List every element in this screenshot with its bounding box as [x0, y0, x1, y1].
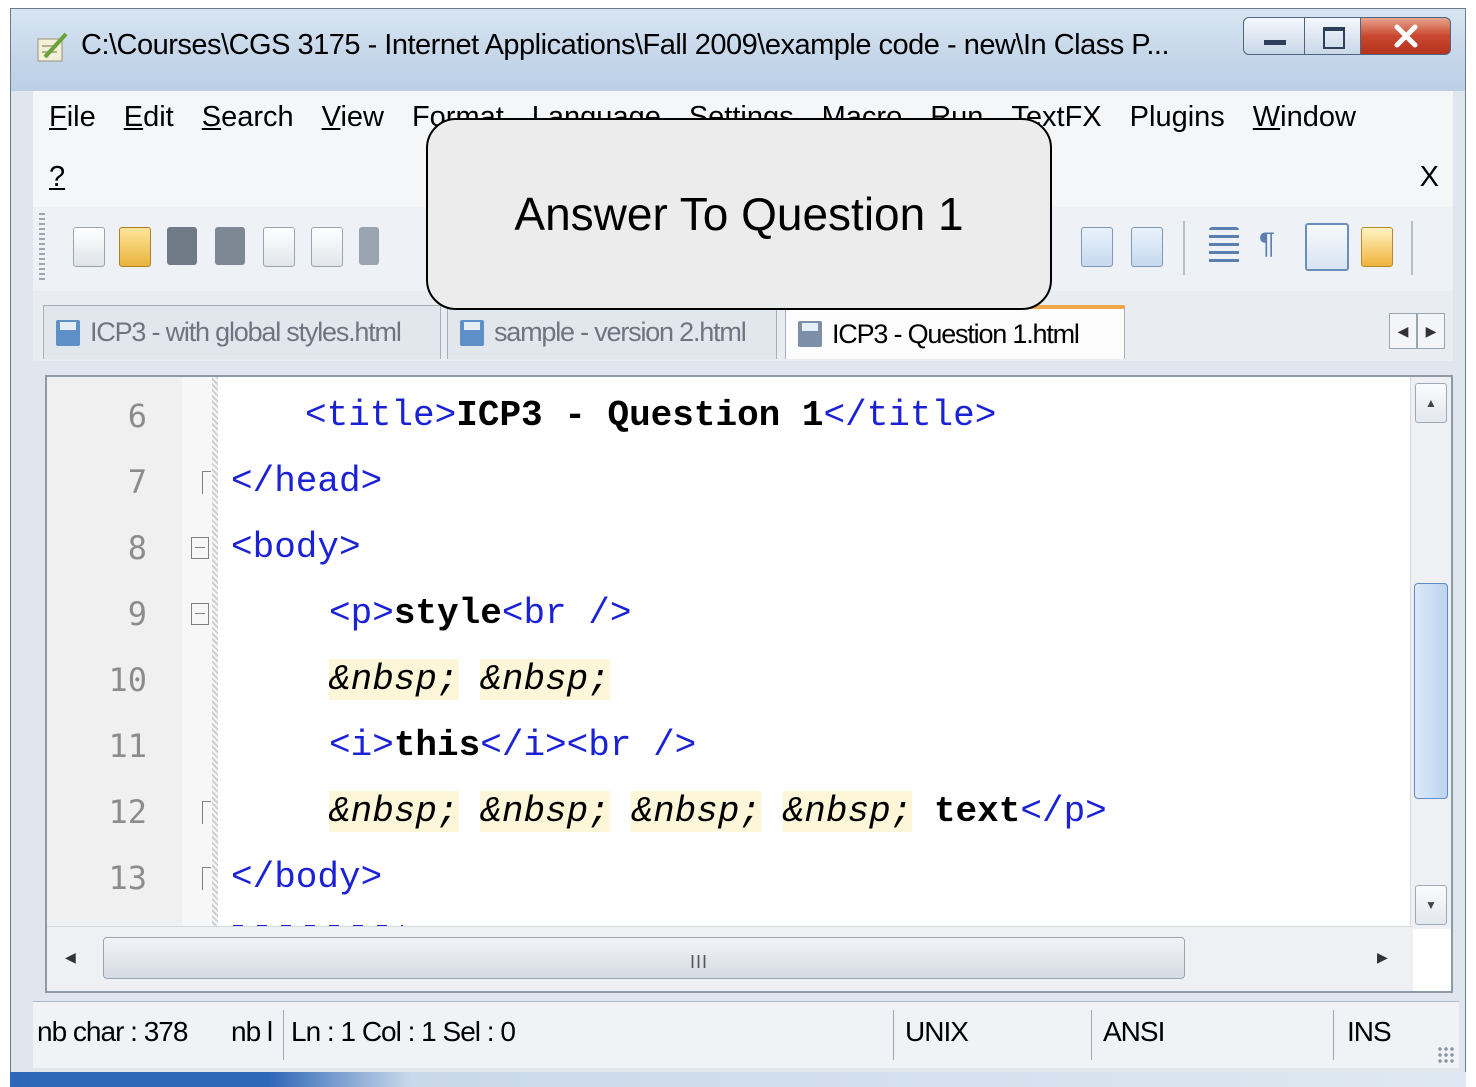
- code-line[interactable]: 6 <title>ICP3 - Question 1</title>: [47, 387, 1407, 453]
- maximize-icon: [1323, 27, 1345, 49]
- status-insert-mode: INS: [1347, 1016, 1392, 1047]
- line-number: 8: [127, 529, 147, 567]
- scroll-right-arrow-icon[interactable]: ▶: [1377, 949, 1388, 966]
- new-file-icon[interactable]: [73, 227, 105, 267]
- vertical-scrollbar[interactable]: ▲ ▼: [1410, 377, 1451, 929]
- status-separator: [893, 1010, 894, 1060]
- resize-grip[interactable]: [1437, 1046, 1455, 1064]
- close-all-icon[interactable]: [311, 227, 343, 267]
- menu-item-file[interactable]: File: [49, 101, 96, 134]
- status-bar: nb char : 378 nb l Ln : 1 Col : 1 Sel : …: [33, 1001, 1459, 1068]
- vertical-scroll-thumb[interactable]: [1414, 583, 1448, 799]
- menu-item-view[interactable]: View: [322, 101, 384, 134]
- horizontal-scroll-thumb[interactable]: III: [103, 937, 1185, 979]
- code-line[interactable]: 10 &nbsp; &nbsp;: [47, 651, 1407, 717]
- menu-item-search[interactable]: Search: [202, 101, 294, 134]
- save-icon[interactable]: [167, 227, 197, 265]
- maximize-button[interactable]: [1305, 17, 1361, 55]
- title-bar[interactable]: C:\Courses\CGS 3175 - Internet Applicati…: [11, 9, 1465, 91]
- line-number: 13: [108, 859, 147, 897]
- status-separator: [1091, 1010, 1092, 1060]
- user-defined-dialog-icon[interactable]: [1361, 227, 1393, 267]
- collapse-fold-icon[interactable]: [191, 537, 209, 559]
- status-eol-format: UNIX: [905, 1016, 969, 1047]
- arrow-right-icon: ▶: [1425, 322, 1437, 339]
- code-line[interactable]: 11 <i>this</i><br />: [47, 717, 1407, 783]
- menu-item-help[interactable]: ?: [49, 161, 65, 194]
- menu-item-plugins[interactable]: Plugins: [1130, 101, 1225, 134]
- close-file-icon[interactable]: [263, 227, 295, 267]
- sync-vertical-icon[interactable]: [1081, 227, 1113, 267]
- indent-guide-icon[interactable]: [1305, 223, 1349, 271]
- code-editor[interactable]: 6 <title>ICP3 - Question 1</title> 7 </h…: [45, 375, 1453, 993]
- code-line[interactable]: 13 </body>: [47, 849, 1407, 915]
- collapse-fold-icon[interactable]: [191, 603, 209, 625]
- notepad-plus-icon: [37, 32, 68, 62]
- tab-sample-version-2[interactable]: sample - version 2.html: [447, 305, 777, 359]
- save-all-icon[interactable]: [215, 227, 245, 265]
- saved-file-icon: [460, 319, 484, 346]
- tab-icp3-global-styles[interactable]: ICP3 - with global styles.html: [43, 305, 441, 359]
- arrow-left-icon: ◀: [1397, 322, 1409, 339]
- toolbar-separator: [1411, 221, 1413, 275]
- toolbar-separator: [1183, 221, 1185, 275]
- fold-end-marker: [202, 867, 211, 890]
- code-line[interactable]: 8 <body>: [47, 519, 1407, 585]
- horizontal-scrollbar[interactable]: ◀ III ▶: [47, 926, 1413, 991]
- status-line-count: nb l: [231, 1016, 273, 1047]
- taskbar-edge: [10, 1072, 1466, 1087]
- line-number: 10: [108, 661, 147, 699]
- saved-file-icon: [798, 321, 822, 347]
- status-char-count: nb char : 378: [37, 1016, 188, 1047]
- line-number: 6: [127, 397, 147, 435]
- code-line[interactable]: 7 </head>: [47, 453, 1407, 519]
- fold-end-marker: [202, 801, 211, 824]
- close-icon: [1394, 24, 1418, 48]
- open-file-icon[interactable]: [119, 227, 151, 267]
- line-number: 9: [127, 595, 147, 633]
- tab-label: sample - version 2.html: [494, 317, 747, 347]
- code-line[interactable]: 9 <p>style<br />: [47, 585, 1407, 651]
- show-all-chars-icon[interactable]: ¶: [1259, 227, 1279, 265]
- tab-label: ICP3 - with global styles.html: [90, 317, 402, 347]
- arrow-down-icon: ▼: [1425, 898, 1437, 912]
- minimize-icon: [1264, 40, 1286, 45]
- line-number: 11: [108, 727, 147, 765]
- status-separator: [1333, 1010, 1334, 1060]
- menu-item-window[interactable]: Window: [1253, 101, 1356, 134]
- scroll-grip: III: [690, 952, 709, 972]
- code-line[interactable]: 12 &nbsp; &nbsp; &nbsp; &nbsp; text</p>: [47, 783, 1407, 849]
- arrow-up-icon: ▲: [1425, 396, 1437, 410]
- tab-scroll-right-button[interactable]: ▶: [1417, 313, 1445, 349]
- tab-icp3-question-1[interactable]: ICP3 - Question 1.html: [785, 305, 1125, 359]
- scroll-up-button[interactable]: ▲: [1415, 383, 1447, 423]
- scroll-left-arrow-icon[interactable]: ◀: [65, 949, 76, 966]
- line-number: 12: [108, 793, 147, 831]
- status-cursor-position: Ln : 1 Col : 1 Sel : 0: [291, 1016, 516, 1047]
- tab-label: ICP3 - Question 1.html: [832, 318, 1080, 349]
- menu-item-edit[interactable]: Edit: [124, 101, 174, 134]
- close-document-button[interactable]: X: [1420, 161, 1439, 194]
- fold-end-marker: [202, 471, 211, 494]
- saved-file-icon: [56, 319, 80, 346]
- tab-scroll-left-button[interactable]: ◀: [1389, 313, 1417, 349]
- status-encoding: ANSI: [1103, 1016, 1165, 1047]
- word-wrap-icon[interactable]: [1209, 227, 1239, 265]
- close-button[interactable]: [1361, 17, 1451, 55]
- toolbar-grip[interactable]: [39, 213, 45, 283]
- status-separator: [283, 1010, 284, 1060]
- annotation-callout: Answer To Question 1: [426, 118, 1052, 310]
- sync-horizontal-icon[interactable]: [1131, 227, 1163, 267]
- window-title: C:\Courses\CGS 3175 - Internet Applicati…: [81, 29, 1170, 61]
- print-icon[interactable]: [359, 227, 379, 265]
- line-number: 7: [127, 463, 147, 501]
- minimize-button[interactable]: [1243, 17, 1305, 55]
- scroll-down-button[interactable]: ▼: [1415, 885, 1447, 925]
